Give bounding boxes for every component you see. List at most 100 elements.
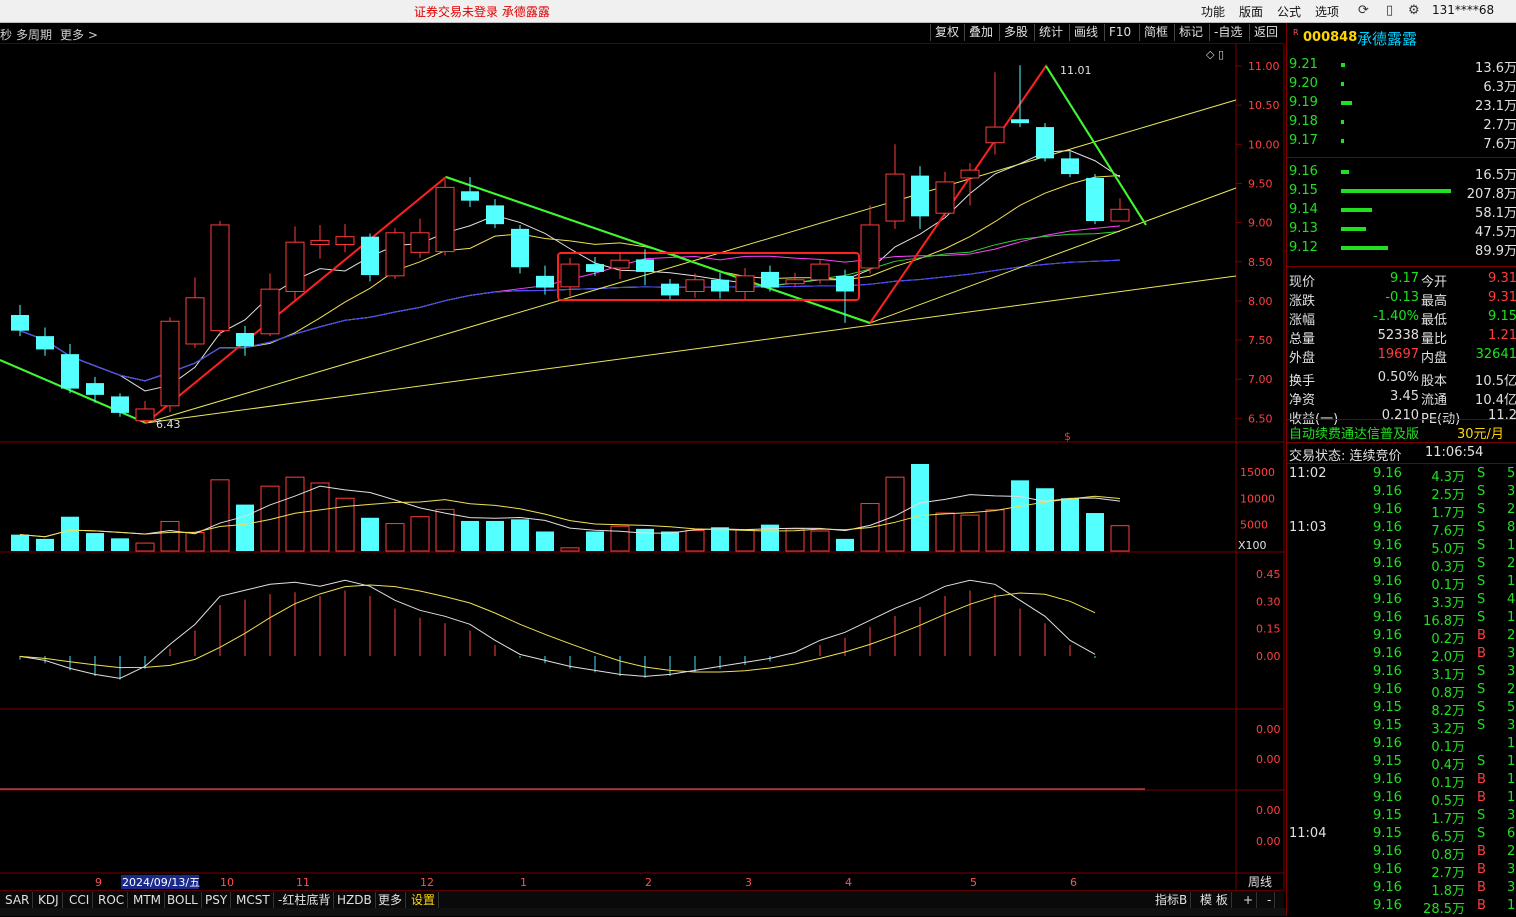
svg-text:6: 6 xyxy=(1070,876,1077,889)
bid-level[interactable]: 9.14 58.1万 xyxy=(1287,201,1516,221)
tab-hzdb[interactable]: HZDB xyxy=(334,892,376,908)
volume-bar xyxy=(536,531,554,551)
mark-button[interactable]: 标记 xyxy=(1174,24,1207,41)
ask-level[interactable]: 9.20 6.3万 xyxy=(1287,75,1516,95)
settings-icon[interactable]: ⚙ xyxy=(1408,3,1420,18)
zoom-in-button[interactable]: + xyxy=(1240,892,1258,908)
ask-level[interactable]: 9.19 23.1万 xyxy=(1287,94,1516,114)
period-multi[interactable]: 多周期 xyxy=(16,26,52,43)
tick-row: 9.15 0.4万 S 1 xyxy=(1373,754,1516,773)
volume-bar xyxy=(285,476,305,552)
menu-formula[interactable]: 公式 xyxy=(1277,3,1301,20)
menu-options[interactable]: 选项 xyxy=(1315,3,1339,20)
overlay-button[interactable]: 叠加 xyxy=(964,24,997,41)
price-tick-label: 10.50 xyxy=(1248,99,1280,112)
bid-level[interactable]: 9.15 207.8万 xyxy=(1287,182,1516,202)
quote-row: 总量 52338 量比 1.21 xyxy=(1289,328,1516,347)
ask-level[interactable]: 9.21 13.6万 xyxy=(1287,56,1516,76)
price-tick-label: 7.00 xyxy=(1248,373,1273,386)
svg-text:3: 3 xyxy=(745,876,752,889)
menu-function[interactable]: 功能 xyxy=(1201,3,1225,20)
ask-level[interactable]: 9.17 7.6万 xyxy=(1287,132,1516,152)
simple-frame-button[interactable]: 简框 xyxy=(1139,24,1172,41)
tab-boll[interactable]: BOLL xyxy=(164,892,202,908)
volume-unit: X100 xyxy=(1238,539,1267,552)
tick-row: 9.16 1.7万 S 2 xyxy=(1373,502,1516,521)
svg-text:9: 9 xyxy=(95,876,102,889)
template-button[interactable]: 模 板 xyxy=(1197,892,1232,908)
stock-badge: R xyxy=(1293,28,1299,37)
price-tick-label: 8.00 xyxy=(1248,295,1273,308)
period-second[interactable]: 秒 xyxy=(0,26,12,43)
volume-bar xyxy=(310,482,330,552)
draw-line-button[interactable]: 画线 xyxy=(1069,24,1102,41)
promo-banner[interactable]: 自动续费通达信普及版 30元/月 xyxy=(1287,422,1516,442)
tab-cci[interactable]: CCI xyxy=(66,892,94,908)
menu-layout[interactable]: 版面 xyxy=(1239,3,1263,20)
f10-button[interactable]: F10 xyxy=(1104,24,1135,41)
candle xyxy=(661,278,679,300)
price-tick-label: 11.00 xyxy=(1248,60,1280,73)
tab-mcst[interactable]: MCST xyxy=(233,892,274,908)
zoom-out-button[interactable]: - xyxy=(1264,892,1276,908)
dividend-marker: $ xyxy=(1064,430,1071,443)
candle xyxy=(935,171,955,217)
panel-collapse-icon[interactable]: ◇ ▯ xyxy=(1206,48,1224,61)
candle xyxy=(1061,151,1079,178)
watchlist-button[interactable]: -自选 xyxy=(1209,24,1246,41)
tab-kdj[interactable]: KDJ xyxy=(35,892,63,908)
account-label[interactable]: 131****68 xyxy=(1432,3,1494,17)
tick-row: 9.16 2.5万 S 3 xyxy=(1373,484,1516,503)
candle xyxy=(310,224,330,259)
candle xyxy=(911,166,929,229)
volume-ma-lines xyxy=(19,485,1121,538)
candle xyxy=(610,252,630,279)
volume-bar xyxy=(86,533,104,551)
kline-chart[interactable]: 11.0010.5010.009.509.008.508.007.507.006… xyxy=(0,44,1286,890)
volume-bar xyxy=(236,504,254,551)
price-tick-label: 7.50 xyxy=(1248,334,1273,347)
volume-bar xyxy=(36,538,54,551)
candle xyxy=(560,257,580,297)
macd-lines xyxy=(19,579,1096,679)
tab-red-bar[interactable]: -红柱底背 xyxy=(275,892,335,908)
volume-bar xyxy=(735,529,755,552)
tick-row: 11:03 9.16 7.6万 S 8 xyxy=(1289,520,1516,539)
candle xyxy=(11,304,29,337)
restore-rights-button[interactable]: 复权 xyxy=(930,24,963,41)
svg-text:4: 4 xyxy=(845,876,852,889)
tab-sar[interactable]: SAR xyxy=(2,892,34,908)
tab-mtm[interactable]: MTM xyxy=(130,892,166,908)
multi-stock-button[interactable]: 多股 xyxy=(999,24,1032,41)
candle xyxy=(711,272,729,299)
bid-level[interactable]: 9.13 47.5万 xyxy=(1287,220,1516,240)
tab-psy[interactable]: PSY xyxy=(202,892,232,908)
refresh-icon[interactable]: ⟳ xyxy=(1358,3,1369,18)
mobile-icon[interactable]: ▯ xyxy=(1386,3,1393,18)
stock-name: 承德露露 xyxy=(1357,30,1418,48)
tab-settings[interactable]: 设置 xyxy=(408,892,440,908)
volume-tick-label: 10000 xyxy=(1240,492,1275,505)
tab-more[interactable]: 更多 xyxy=(375,892,407,908)
bid-level[interactable]: 9.12 89.9万 xyxy=(1287,239,1516,259)
volume-bar xyxy=(1110,525,1130,552)
stock-header[interactable]: R 000848 承德露露 xyxy=(1287,26,1516,50)
candle xyxy=(885,144,905,229)
volume-bar xyxy=(1011,480,1029,551)
tick-row: 9.16 3.1万 S 3 xyxy=(1373,664,1516,683)
tick-row: 9.165.0万S15 xyxy=(1373,538,1516,557)
indicator-b-button[interactable]: 指标B xyxy=(1152,892,1192,908)
bid-level[interactable]: 9.16 16.5万 xyxy=(1287,163,1516,183)
login-notice[interactable]: 证券交易未登录 承德露露 xyxy=(414,3,550,20)
price-tick-label: 9.50 xyxy=(1248,177,1273,190)
candle xyxy=(1110,198,1130,222)
candle xyxy=(1086,174,1104,225)
volume-bar xyxy=(911,464,929,551)
volume-bar xyxy=(610,525,630,552)
statistics-button[interactable]: 统计 xyxy=(1034,24,1067,41)
tab-roc[interactable]: ROC xyxy=(95,892,129,908)
more-periods[interactable]: 更多 > xyxy=(60,26,98,43)
chart-toolbar: 秒 多周期 更多 > 复权 叠加 多股 统计 画线 F10 简框 标记 -自选 … xyxy=(0,23,1284,44)
back-button[interactable]: 返回 xyxy=(1249,24,1282,41)
ask-level[interactable]: 9.18 2.7万 xyxy=(1287,113,1516,133)
